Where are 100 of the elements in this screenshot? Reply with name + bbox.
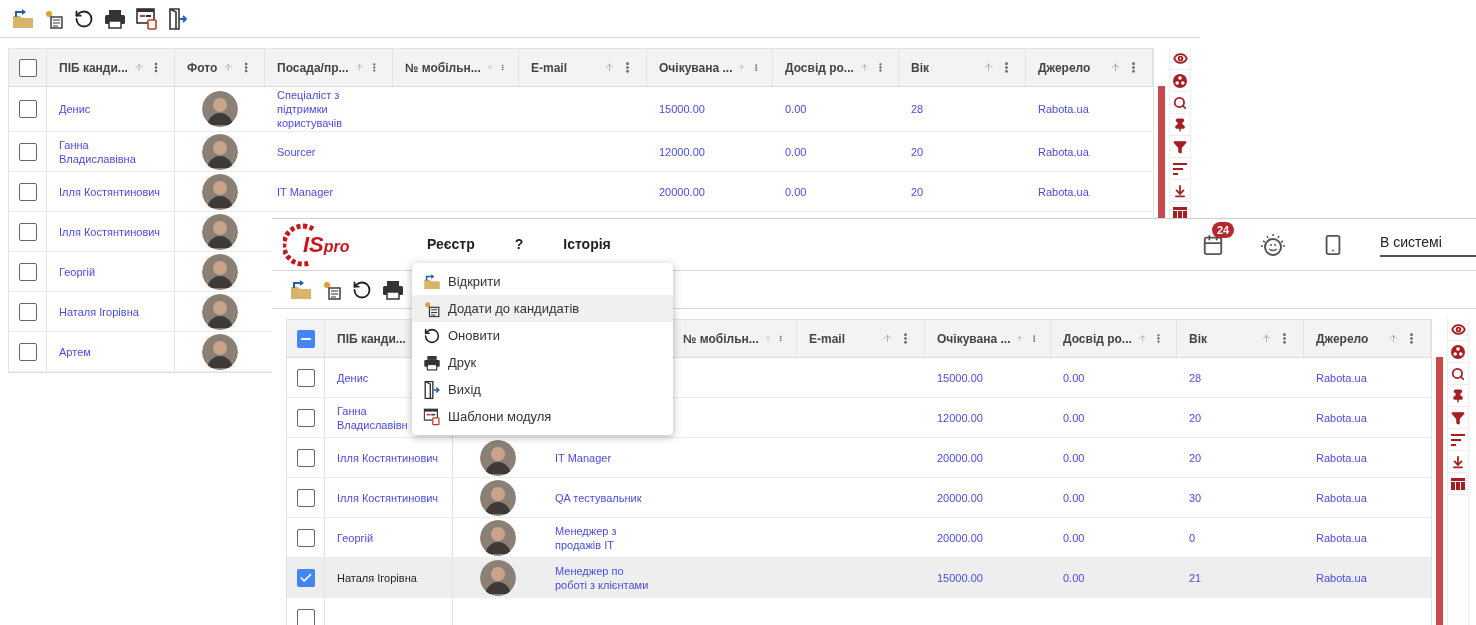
download-icon[interactable]	[1173, 183, 1187, 198]
checkbox[interactable]	[18, 142, 37, 161]
table-cell: IT Manager	[555, 450, 612, 465]
candidate-name[interactable]: Денис	[337, 370, 369, 385]
checkbox[interactable]	[296, 368, 315, 387]
table-row[interactable]: Ганна Владиславівна Sourcer 12000.00 0.00 20 Rabota.ua	[9, 132, 1153, 172]
candidate-name[interactable]: Георгій	[59, 264, 96, 279]
eye-icon[interactable]	[1450, 322, 1466, 337]
refresh-icon[interactable]	[423, 327, 441, 344]
candidate-name[interactable]: Денис	[59, 102, 91, 116]
dropdown-item[interactable]: Друк	[412, 349, 673, 376]
table-row[interactable]: Денис Спеціаліст з підтримки користувачів 15000.00 0.00 28 Rabota.ua	[9, 87, 1153, 132]
exit-door-icon[interactable]	[423, 380, 441, 399]
folder-icon[interactable]	[12, 8, 34, 29]
column-header[interactable]: Очікувана ...	[937, 329, 1011, 348]
printer-icon[interactable]	[104, 8, 126, 29]
eye-icon[interactable]	[1172, 51, 1188, 66]
column-header[interactable]: Очікувана ...	[659, 58, 733, 77]
candidate-name[interactable]: Георгій	[337, 530, 374, 545]
search-icon[interactable]	[1173, 95, 1187, 110]
column-header[interactable]: Вік	[911, 58, 977, 77]
printer-icon[interactable]	[382, 279, 404, 300]
column-header[interactable]: Досвід ро...	[1063, 329, 1132, 348]
columns-icon[interactable]	[1173, 206, 1187, 219]
table-row[interactable]: Ілля Костянтинович QA тестувальник 20000.00 0.00 30 Rabota.ua	[287, 478, 1431, 518]
column-header[interactable]: № мобільн...	[683, 329, 759, 348]
template-icon[interactable]	[423, 407, 441, 426]
table-row[interactable]: Георгій Менеджер з продажів IT 20000.00 0.00 0 Rabota.ua	[287, 518, 1431, 558]
column-header[interactable]: Джерело	[1316, 329, 1382, 348]
checkbox[interactable]	[296, 329, 315, 348]
checkbox[interactable]	[296, 528, 315, 547]
checkbox[interactable]	[18, 182, 37, 201]
candidate-name[interactable]: Ганна Владиславівна	[59, 137, 161, 166]
candidate-name[interactable]: Артем	[59, 344, 91, 359]
sort-lines-icon[interactable]	[1451, 433, 1465, 446]
template-icon[interactable]	[136, 7, 158, 30]
column-header[interactable]: № мобільн...	[405, 58, 481, 77]
table-cell: 12000.00	[937, 410, 983, 425]
smiley-icon[interactable]	[1260, 232, 1286, 257]
reel-icon[interactable]	[1451, 344, 1465, 359]
candidate-name[interactable]: Наталя Ігорівна	[59, 304, 139, 319]
new-document-icon[interactable]	[322, 279, 342, 300]
column-header[interactable]: Фото	[187, 58, 218, 77]
candidate-name[interactable]: Ілля Костянтинович	[337, 450, 439, 465]
table-cell: 20000.00	[937, 450, 983, 465]
menu-item[interactable]: Реєстр	[427, 234, 475, 255]
folder-icon[interactable]	[290, 279, 312, 300]
column-header[interactable]: E-mail	[809, 329, 876, 348]
new-document-icon[interactable]	[44, 8, 64, 29]
pin-icon[interactable]	[1173, 117, 1187, 132]
checkbox[interactable]	[18, 100, 37, 118]
menu-item[interactable]: ?	[514, 234, 524, 255]
calendar-icon[interactable]	[1202, 233, 1224, 256]
checkbox[interactable]	[18, 342, 37, 361]
checkbox[interactable]	[296, 488, 315, 507]
dropdown-item[interactable]: Шаблони модуля	[412, 403, 673, 430]
reel-icon[interactable]	[1173, 73, 1187, 88]
printer-icon[interactable]	[423, 354, 441, 371]
download-icon[interactable]	[1451, 454, 1465, 469]
candidate-name[interactable]: Ілля Костянтинович	[59, 184, 161, 199]
dropdown-item[interactable]: Додати до кандидатів	[412, 295, 673, 322]
new-document-icon[interactable]	[423, 300, 441, 317]
dropdown-item[interactable]: Оновити	[412, 322, 673, 349]
table-row[interactable]: Ілля Костянтинович IT Manager 20000.00 0.00 20 Rabota.ua	[9, 172, 1153, 212]
filter-icon[interactable]	[1451, 410, 1465, 425]
table-row[interactable]: Ілля Костянтинович IT Manager 20000.00 0.00 20 Rabota.ua	[287, 438, 1431, 478]
refresh-icon[interactable]	[74, 8, 94, 29]
checkbox[interactable]	[18, 58, 37, 77]
checkbox[interactable]	[296, 568, 315, 587]
candidate-name[interactable]: Ілля Костянтинович	[59, 224, 161, 239]
filter-icon[interactable]	[1173, 139, 1187, 154]
scrollbar[interactable]	[1436, 357, 1443, 625]
status-field[interactable]: В системі	[1380, 232, 1476, 257]
candidate-name[interactable]: Ілля Костянтинович	[337, 490, 439, 505]
checkbox[interactable]	[18, 262, 37, 281]
exit-door-icon[interactable]	[168, 7, 188, 30]
columns-icon[interactable]	[1451, 477, 1465, 490]
column-header[interactable]: Посада/пр...	[277, 58, 349, 77]
checkbox[interactable]	[18, 222, 37, 241]
refresh-icon[interactable]	[352, 279, 372, 300]
column-header[interactable]: Вік	[1189, 329, 1255, 348]
checkbox[interactable]	[296, 408, 315, 427]
table-row[interactable]: Наталя Ігорівна Менеджер по роботі з клієнтами 15000.00 0.00 21 Rabota.ua	[287, 558, 1431, 598]
search-icon[interactable]	[1451, 366, 1465, 381]
column-header[interactable]: Досвід ро...	[785, 58, 854, 77]
column-header[interactable]: ПІБ канди...	[59, 58, 128, 77]
column-header[interactable]: Джерело	[1038, 58, 1104, 77]
candidate-name[interactable]: Наталя Ігорівна	[337, 570, 417, 585]
checkbox[interactable]	[18, 302, 37, 321]
dropdown-item[interactable]: Вихід	[412, 376, 673, 403]
checkbox[interactable]	[296, 608, 315, 625]
sort-lines-icon[interactable]	[1173, 162, 1187, 175]
table-cell: 0.00	[1063, 370, 1085, 385]
dropdown-item[interactable]: Відкрити	[412, 268, 673, 295]
pin-icon[interactable]	[1451, 388, 1465, 403]
column-header[interactable]: E-mail	[531, 58, 598, 77]
folder-icon[interactable]	[423, 273, 441, 290]
column-header[interactable]: ПІБ канди...	[337, 329, 406, 348]
checkbox[interactable]	[296, 448, 315, 467]
menu-item[interactable]: Історія	[563, 234, 611, 255]
